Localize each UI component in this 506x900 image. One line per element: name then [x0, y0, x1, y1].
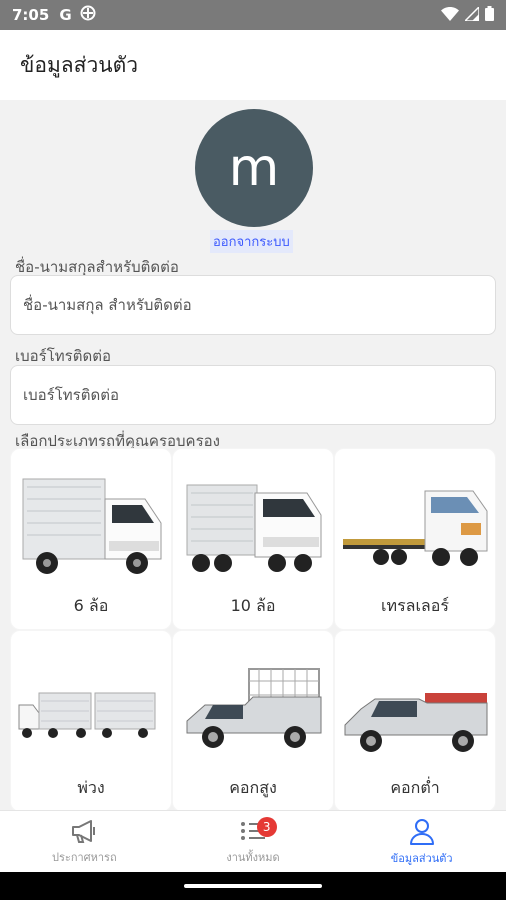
vpn-icon — [80, 5, 96, 25]
megaphone-icon — [72, 819, 96, 843]
google-icon: G — [59, 6, 72, 24]
truck-option-pickup-low-cage[interactable]: คอกต่ำ — [334, 630, 496, 810]
phone-input[interactable] — [10, 365, 496, 425]
app-bar: ข้อมูลส่วนตัว — [0, 30, 506, 100]
truck-option-trailer[interactable]: เทรลเลอร์ — [334, 448, 496, 630]
pickup-high-cage-icon — [186, 668, 322, 748]
truck-option-10-wheel[interactable]: 10 ล้อ — [172, 448, 334, 630]
notification-badge: 3 — [256, 817, 277, 837]
truck-label: คอกสูง — [229, 778, 277, 797]
truck-option-with-trailer[interactable]: พ่วง — [10, 630, 172, 810]
ten-wheel-truck-icon — [186, 484, 322, 572]
truck-label: 10 ล้อ — [230, 596, 276, 615]
six-wheel-truck-icon — [22, 478, 162, 574]
name-input[interactable] — [10, 275, 496, 335]
bottom-nav: ประกาศหารถ 3 งานทั้งหมด ข้อมูลส่วนตัว — [0, 810, 506, 872]
person-icon — [409, 818, 434, 845]
status-bar: 7:05 G — [0, 0, 506, 30]
status-time: 7:05 — [12, 6, 50, 24]
home-gesture-handle[interactable] — [184, 884, 322, 888]
avatar[interactable]: m — [195, 109, 313, 227]
truck-with-trailer-icon — [18, 692, 156, 738]
truck-label: คอกต่ำ — [390, 778, 440, 797]
nav-item-all-jobs[interactable]: 3 งานทั้งหมด — [169, 811, 338, 872]
avatar-letter: m — [228, 138, 280, 198]
truck-option-pickup-high-cage[interactable]: คอกสูง — [172, 630, 334, 810]
battery-icon — [485, 5, 494, 25]
profile-content[interactable]: m ออกจากระบบ ชื่อ-นามสกุลสำหรับติดต่อ เบ… — [0, 100, 506, 810]
nav-item-profile[interactable]: ข้อมูลส่วนตัว — [337, 811, 506, 872]
pickup-low-cage-icon — [344, 693, 488, 752]
nav-item-announce[interactable]: ประกาศหารถ — [0, 811, 169, 872]
logout-link[interactable]: ออกจากระบบ — [210, 230, 293, 253]
truck-label: เทรลเลอร์ — [381, 596, 449, 615]
nav-label: ข้อมูลส่วนตัว — [390, 851, 453, 865]
signal-icon — [463, 4, 480, 25]
trailer-truck-icon — [343, 490, 488, 566]
truck-label: พ่วง — [77, 778, 105, 797]
nav-label: งานทั้งหมด — [226, 850, 280, 864]
truck-option-6-wheel[interactable]: 6 ล้อ — [10, 448, 172, 630]
truck-type-grid: 6 ล้อ 10 ล้อ เทรลเลอร์ พ่วง คอกสูง คอกต่… — [10, 448, 496, 810]
system-gesture-bar — [0, 872, 506, 900]
truck-label: 6 ล้อ — [73, 596, 109, 615]
nav-label: ประกาศหารถ — [52, 850, 117, 864]
page-title: ข้อมูลส่วนตัว — [20, 52, 139, 77]
wifi-icon — [441, 6, 459, 25]
